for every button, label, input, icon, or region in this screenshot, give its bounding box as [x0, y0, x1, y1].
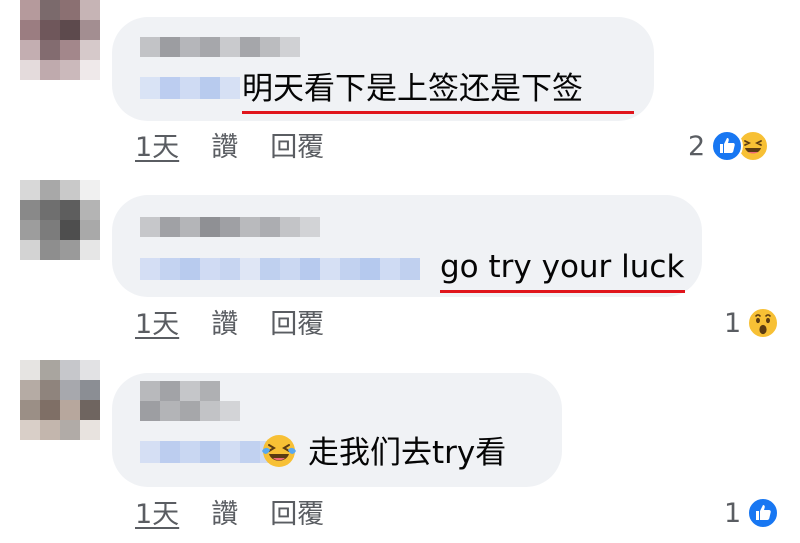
comment-text-row: 走我们去try看: [260, 431, 506, 473]
avatar[interactable]: [20, 360, 100, 440]
comment-actions: 1天 讚 回覆: [135, 307, 324, 343]
comment-actions: 1天 讚 回覆: [135, 130, 324, 166]
laughing-tears-emoji: [262, 435, 296, 467]
author-name-blurred[interactable]: [140, 37, 300, 57]
comment-bubble: go try your luck: [112, 195, 702, 297]
mentioned-user-blurred[interactable]: [140, 258, 420, 280]
reaction-count: 1: [724, 497, 742, 529]
reply-button[interactable]: 回覆: [270, 497, 324, 533]
comment-text: go try your luck: [440, 249, 685, 285]
reply-button[interactable]: 回覆: [270, 130, 324, 166]
annotation-underline: [440, 290, 685, 293]
reaction-summary[interactable]: 1: [724, 497, 780, 529]
reaction-count: 1: [724, 307, 742, 339]
comment-text: 走我们去try看: [308, 435, 507, 471]
reaction-count: 2: [688, 130, 706, 162]
like-icon: [747, 497, 780, 529]
timestamp-link[interactable]: 1天: [135, 130, 179, 166]
comment-bubble: 走我们去try看: [112, 373, 562, 487]
timestamp-link[interactable]: 1天: [135, 307, 179, 343]
like-button[interactable]: 讚: [211, 130, 238, 166]
annotation-underline: [242, 111, 634, 114]
comment-text: 明天看下是上签还是下签: [242, 71, 583, 107]
reaction-summary[interactable]: 1: [724, 307, 780, 339]
mentioned-user-blurred[interactable]: [140, 77, 240, 99]
comment-bubble: 明天看下是上签还是下签: [112, 17, 654, 121]
comment-actions: 1天 讚 回覆: [135, 497, 324, 533]
author-name-blurred[interactable]: [140, 381, 220, 401]
wow-icon: [747, 307, 780, 339]
author-name-blurred-line-2[interactable]: [140, 401, 240, 421]
timestamp-link[interactable]: 1天: [135, 497, 179, 533]
like-button[interactable]: 讚: [211, 497, 238, 533]
like-icon: [711, 130, 744, 162]
author-name-blurred[interactable]: [140, 217, 320, 237]
like-button[interactable]: 讚: [211, 307, 238, 343]
mentioned-user-blurred[interactable]: [140, 441, 280, 463]
reaction-summary[interactable]: 2: [688, 130, 770, 162]
avatar[interactable]: [20, 0, 100, 80]
reply-button[interactable]: 回覆: [270, 307, 324, 343]
avatar[interactable]: [20, 180, 100, 260]
